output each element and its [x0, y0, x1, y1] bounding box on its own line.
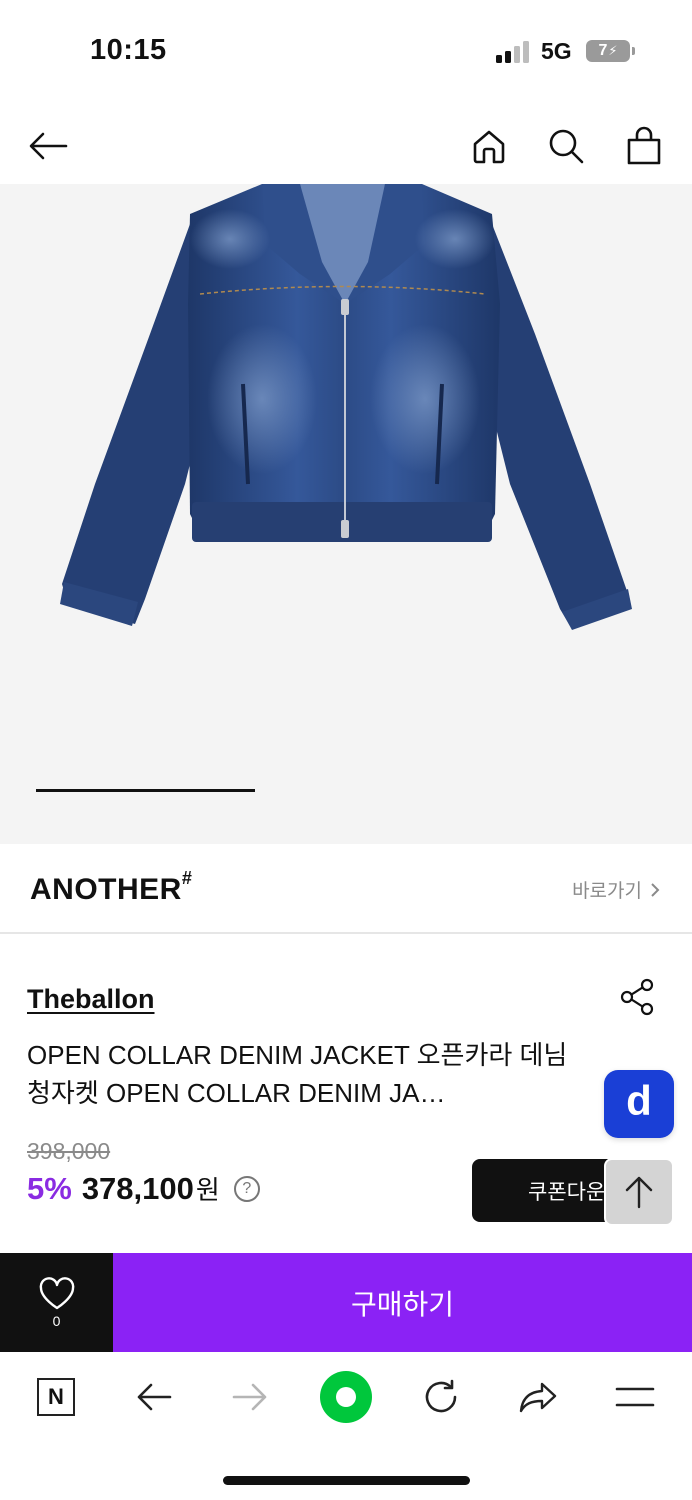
menu-icon[interactable]	[612, 1374, 658, 1420]
share-icon[interactable]	[618, 977, 658, 1017]
seller-name-link[interactable]: Theballon	[27, 984, 155, 1015]
sale-price: 378,100	[81, 1170, 194, 1206]
buy-button[interactable]: 구매하기	[113, 1253, 692, 1352]
heart-icon	[39, 1276, 74, 1309]
status-bar: 10:15 5G 7 ⚡	[0, 0, 692, 100]
back-arrow-icon[interactable]	[26, 124, 70, 168]
purchase-action-bar: 0 구매하기	[0, 1253, 692, 1352]
home-indicator	[223, 1476, 470, 1485]
naver-n-icon[interactable]: N	[33, 1374, 79, 1420]
battery-level: 7	[598, 42, 608, 59]
floating-d-button[interactable]: d	[604, 1070, 674, 1138]
home-icon[interactable]	[467, 124, 511, 168]
brand-logo-text: ANOTHER	[30, 873, 182, 906]
original-price: 398,000	[27, 1138, 111, 1164]
browser-toolbar: N	[0, 1352, 692, 1442]
back-icon[interactable]	[131, 1374, 177, 1420]
signal-icon	[496, 41, 529, 63]
brand-logo-mark: #	[181, 868, 193, 888]
brand-shortcut-link[interactable]: 바로가기	[572, 876, 660, 903]
brand-row: ANOTHER# 바로가기	[0, 844, 692, 934]
price-help-icon[interactable]: ?	[233, 1175, 260, 1202]
brand-link-label: 바로가기	[572, 881, 642, 902]
denim-jacket-image	[60, 184, 632, 630]
n-box: N	[37, 1378, 75, 1416]
wishlist-count: 0	[52, 1312, 61, 1329]
charging-bolt-icon: ⚡	[608, 43, 618, 58]
carousel-indicator	[36, 789, 255, 792]
shopping-bag-icon[interactable]	[622, 124, 666, 168]
chevron-right-icon	[651, 882, 660, 897]
brand-logo[interactable]: ANOTHER#	[30, 868, 192, 907]
battery-tip	[632, 47, 635, 55]
battery-icon: 7 ⚡	[586, 40, 630, 62]
status-time: 10:15	[90, 34, 167, 66]
forward-icon[interactable]	[227, 1374, 273, 1420]
price-unit: 원	[195, 1175, 220, 1205]
refresh-icon[interactable]	[418, 1374, 464, 1420]
network-label: 5G	[541, 38, 572, 64]
share-arrow-icon[interactable]	[515, 1374, 561, 1420]
search-icon[interactable]	[544, 124, 588, 168]
product-image[interactable]	[0, 184, 692, 844]
green-dot-icon[interactable]	[319, 1370, 373, 1424]
discount-rate: 5%	[27, 1170, 72, 1206]
coupon-label: 쿠폰다운	[528, 1180, 606, 1204]
top-nav	[0, 110, 692, 184]
wishlist-button[interactable]: 0	[0, 1253, 113, 1352]
product-title: OPEN COLLAR DENIM JACKET 오픈카라 데님 청자켓 OPE…	[27, 1040, 568, 1108]
scroll-to-top-button[interactable]	[604, 1158, 674, 1226]
arrow-up-icon	[625, 1176, 653, 1209]
d-badge-letter: d	[626, 1077, 652, 1124]
price-row: 5% 378,100 원 ?	[27, 1170, 260, 1207]
